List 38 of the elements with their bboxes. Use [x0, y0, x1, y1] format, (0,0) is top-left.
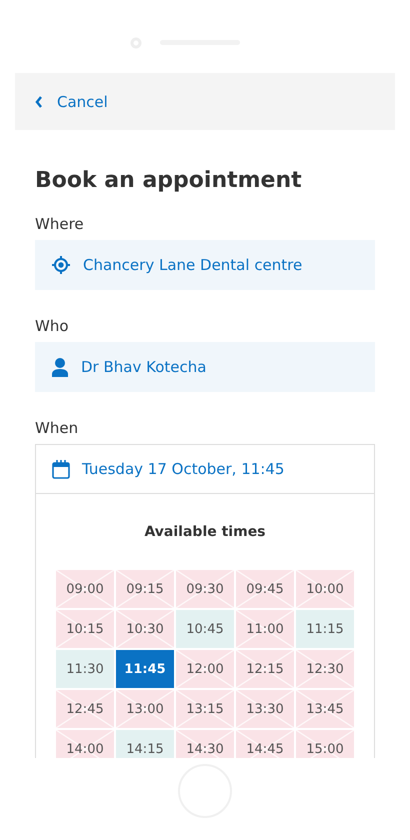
calendar-icon — [52, 459, 70, 479]
time-slot[interactable]: 14:15 — [116, 730, 174, 758]
select-field[interactable]: Chancery Lane Dental centre — [35, 240, 375, 290]
date-field[interactable]: Tuesday 17 October, 11:45 — [35, 444, 375, 494]
time-slot[interactable]: 14:00 — [56, 730, 114, 758]
field-label: Who — [35, 317, 70, 335]
time-slot[interactable]: 13:15 — [176, 690, 234, 728]
time-slot[interactable]: 10:45 — [176, 610, 234, 648]
time-slot[interactable]: 12:30 — [296, 650, 354, 688]
time-slot[interactable]: 09:30 — [176, 570, 234, 608]
time-slot[interactable]: 09:00 — [56, 570, 114, 608]
time-slot[interactable]: 11:15 — [296, 610, 354, 648]
time-slot[interactable]: 12:15 — [236, 650, 294, 688]
cancel-button[interactable]: Cancel — [35, 92, 108, 110]
time-slot[interactable]: 14:30 — [176, 730, 234, 758]
time-slot[interactable]: 11:30 — [56, 650, 114, 688]
field-label: Where — [35, 215, 85, 233]
time-slot[interactable]: 09:45 — [236, 570, 294, 608]
time-slot[interactable]: 13:30 — [236, 690, 294, 728]
time-slot[interactable]: 10:00 — [296, 570, 354, 608]
page-title: Book an appointment — [35, 168, 303, 193]
field-label: When — [35, 419, 80, 437]
time-slot[interactable]: 13:45 — [296, 690, 354, 728]
time-slot[interactable]: 11:00 — [236, 610, 294, 648]
select-field[interactable]: Dr Bhav Kotecha — [35, 342, 375, 392]
chevron-left-icon — [35, 96, 43, 108]
time-slot[interactable]: 09:15 — [116, 570, 174, 608]
time-slot[interactable]: 13:00 — [116, 690, 174, 728]
person-icon — [51, 357, 69, 377]
time-slot[interactable]: 10:30 — [116, 610, 174, 648]
time-slot[interactable]: 11:45 — [116, 650, 174, 688]
section-heading: Available times — [143, 524, 267, 540]
time-slot[interactable]: 10:15 — [56, 610, 114, 648]
time-slot[interactable]: 12:45 — [56, 690, 114, 728]
time-slot[interactable]: 15:00 — [296, 730, 354, 758]
time-slot[interactable]: 12:00 — [176, 650, 234, 688]
time-slot[interactable]: 14:45 — [236, 730, 294, 758]
target-icon — [51, 255, 71, 275]
